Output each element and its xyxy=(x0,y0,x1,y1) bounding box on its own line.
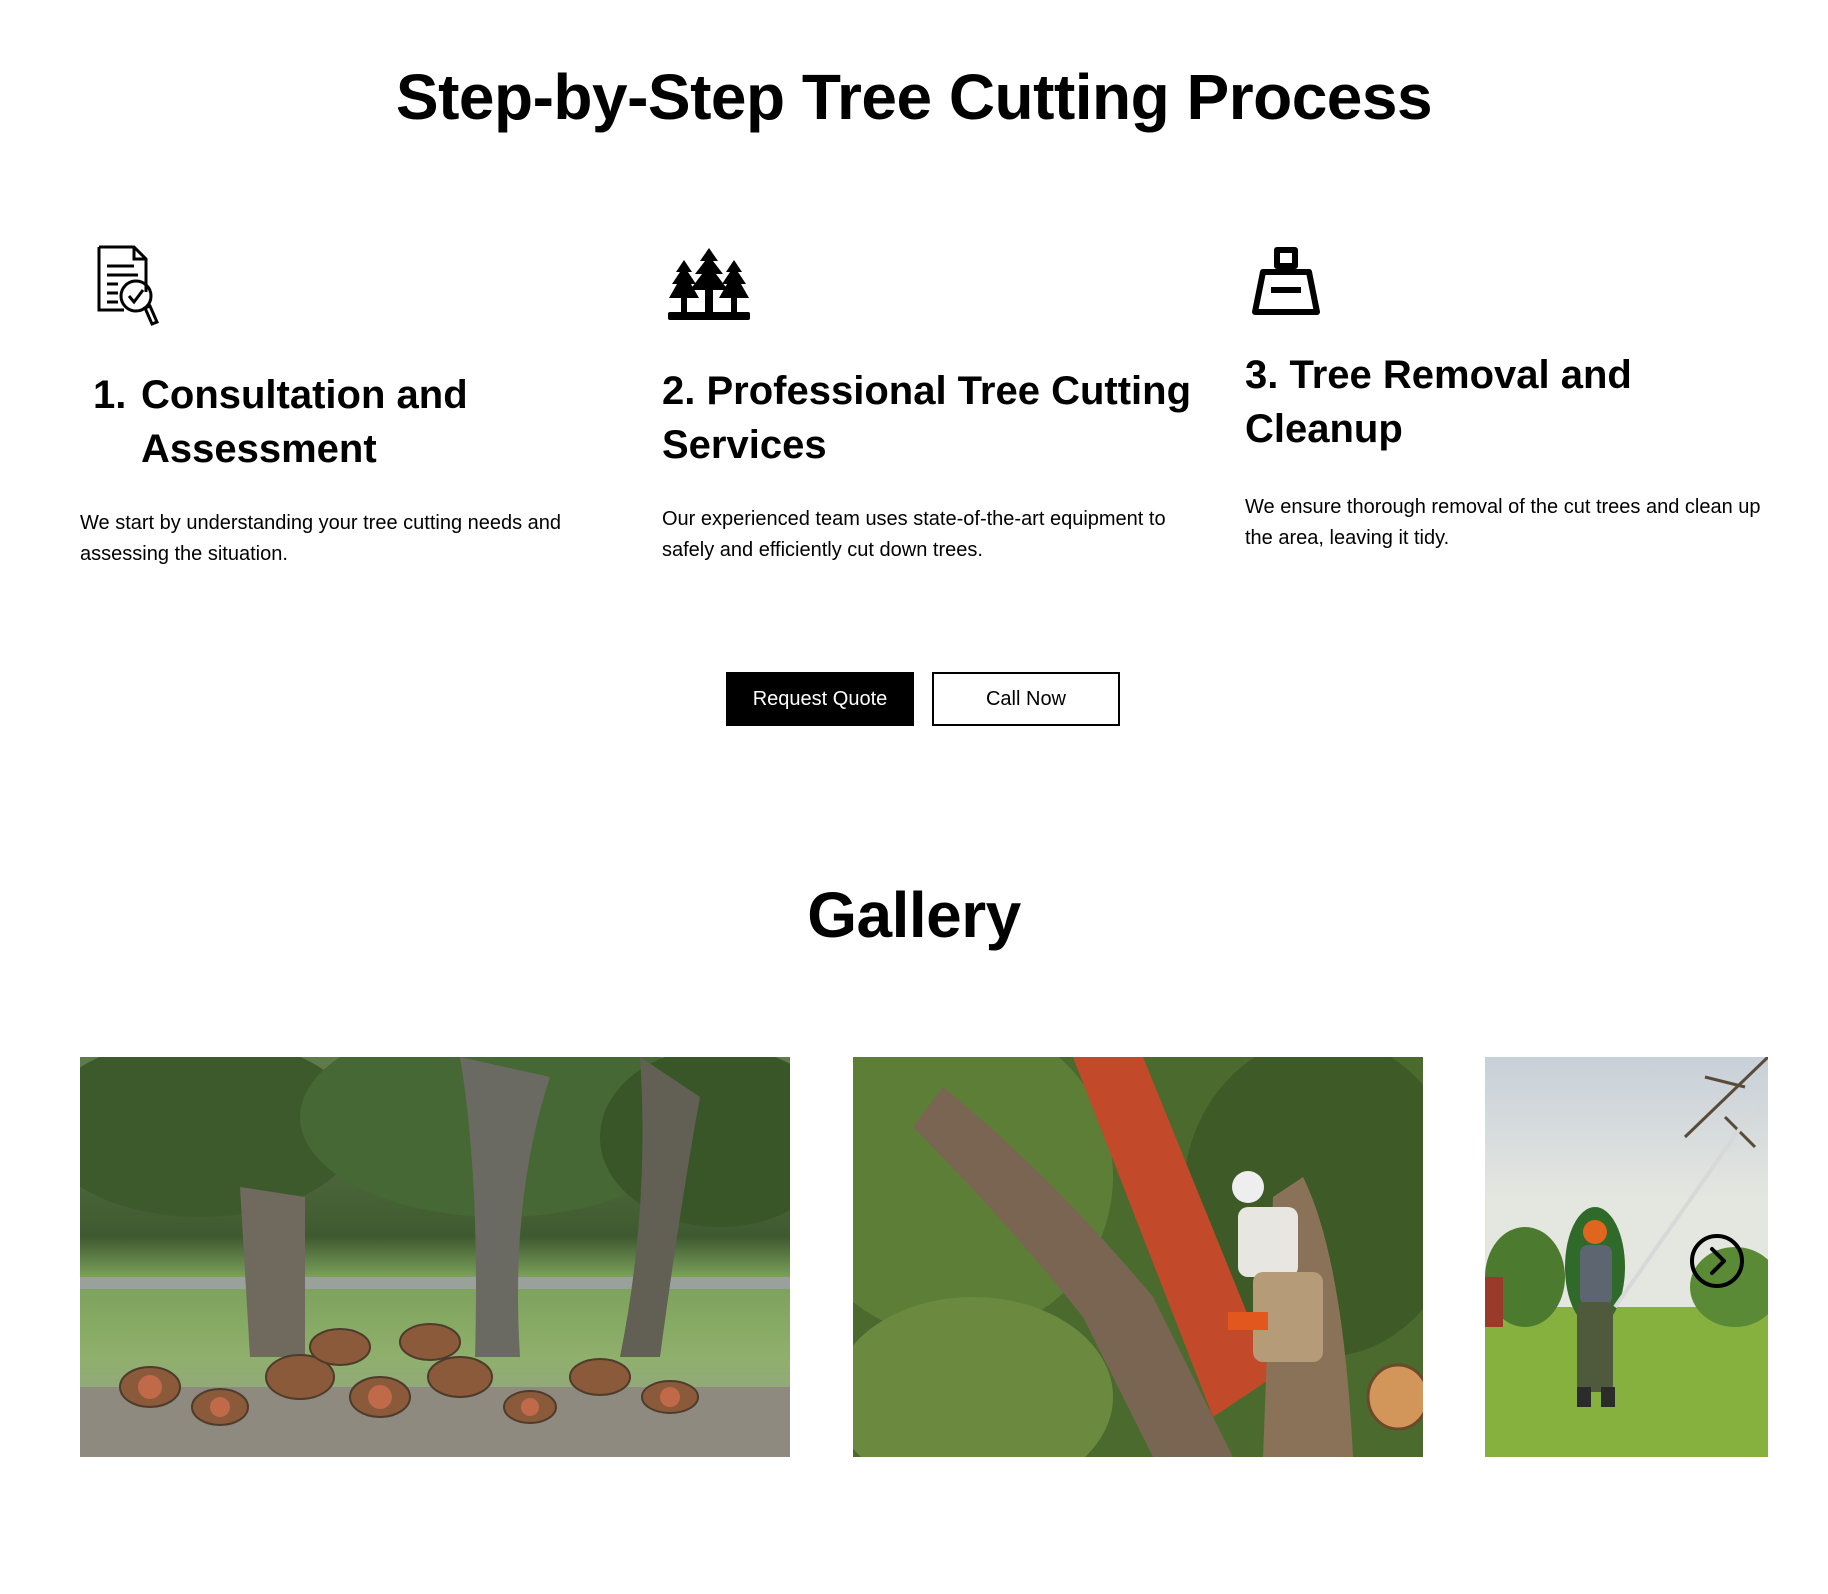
step-title-text: Consultation and Assessment xyxy=(141,373,468,471)
document-search-check-icon xyxy=(96,244,162,339)
step-description: Our experienced team uses state-of-the-a… xyxy=(662,508,1166,561)
step-title: 1. Consultation and Assessment xyxy=(93,368,633,476)
step-number: 1. xyxy=(93,373,127,417)
step-description: We start by understanding your tree cutt… xyxy=(80,512,562,565)
step-description: We ensure thorough removal of the cut tr… xyxy=(1245,496,1761,549)
step-title: 2. Professional Tree Cutting Services xyxy=(662,369,1192,467)
chevron-right-circle-icon[interactable] xyxy=(1689,1233,1745,1289)
step-title: 3. Tree Removal and Cleanup xyxy=(1245,353,1632,451)
process-section-title: Step-by-Step Tree Cutting Process xyxy=(395,61,1433,133)
pine-trees-icon xyxy=(668,248,750,329)
gallery-photo-cut-logs[interactable] xyxy=(80,1057,790,1457)
call-now-button[interactable]: Call Now xyxy=(932,672,1120,726)
brush-cleanup-icon xyxy=(1251,246,1321,321)
gallery-photo-arborist-chainsaw[interactable] xyxy=(853,1057,1423,1457)
gallery-section-title: Gallery xyxy=(807,879,1021,951)
request-quote-button[interactable]: Request Quote xyxy=(726,672,914,726)
